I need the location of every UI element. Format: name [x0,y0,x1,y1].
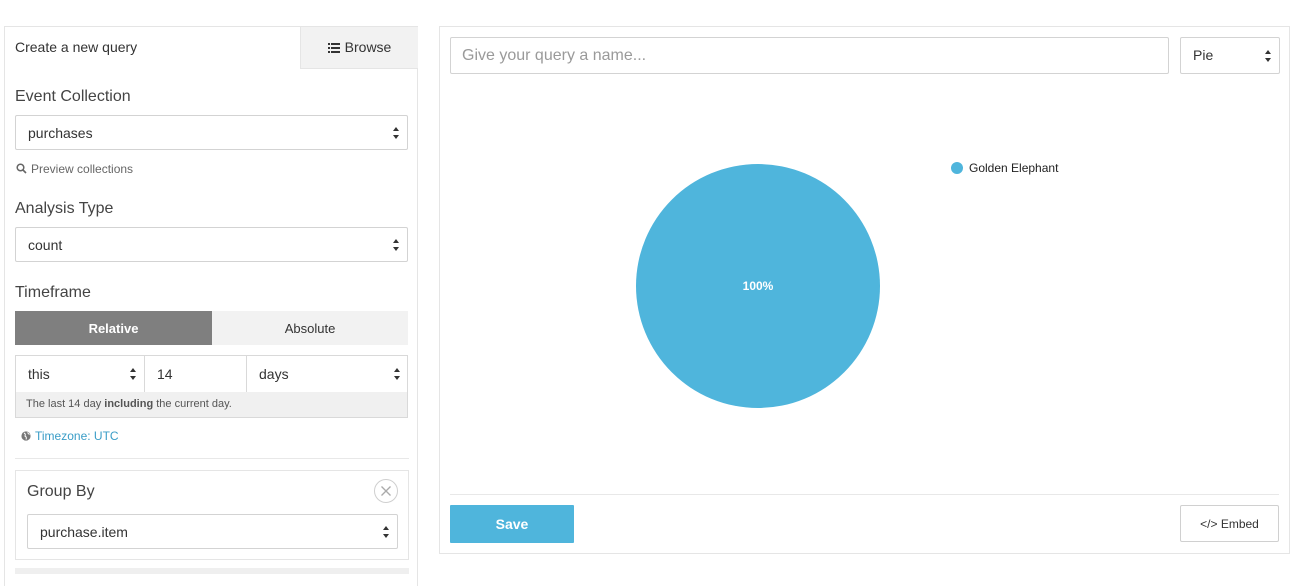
timezone-link[interactable]: Timezone: UTC [21,429,119,443]
remove-group-by-button[interactable] [374,479,398,503]
legend-label: Golden Elephant [969,161,1059,175]
timeframe-this-value: this [28,366,50,382]
event-collection-select[interactable]: purchases [15,115,408,150]
save-button[interactable]: Save [450,505,574,543]
results-divider [450,494,1279,495]
relative-timeframe-inputs: this 14 days The last 14 day including t… [15,355,408,418]
analysis-type-value: count [28,237,63,253]
preview-collections-link[interactable]: Preview collections [16,162,133,176]
chart-type-value: Pie [1193,47,1214,63]
select-arrows-icon [383,526,389,538]
pie-slice-label: 100% [743,279,774,293]
tab-browse-label: Browse [344,39,392,55]
group-by-label: Group By [27,483,95,500]
chart-type-select[interactable]: Pie [1180,37,1280,74]
timeframe-note-suffix: the current day. [156,398,232,410]
relative-toggle-button[interactable]: Relative [15,311,212,345]
event-collection-value: purchases [28,125,93,141]
section-divider [15,458,409,459]
embed-button[interactable]: </> Embed [1180,505,1279,542]
timeframe-label: Timeframe [15,284,91,301]
timeframe-toggle: Relative Absolute [15,311,408,345]
timeframe-amount-input[interactable]: 14 [145,356,247,392]
close-icon [381,486,391,496]
select-arrows-icon [1265,50,1271,62]
absolute-toggle-button[interactable]: Absolute [212,311,408,345]
timeframe-unit-select[interactable]: days [247,356,408,392]
tab-browse[interactable]: Browse [300,27,418,69]
timeframe-note-bold: including [104,398,154,410]
select-arrows-icon [394,368,400,380]
timeframe-note-prefix: The last 14 day [26,398,102,410]
list-icon [327,43,340,53]
analysis-type-label: Analysis Type [15,200,114,217]
select-arrows-icon [393,239,399,251]
timezone-label: Timezone: UTC [35,429,119,443]
chart-legend: Golden Elephant [951,161,1058,181]
timeframe-description: The last 14 day including the current da… [16,392,407,417]
timeframe-unit-value: days [259,366,289,382]
legend-item[interactable]: Golden Elephant [951,161,1058,175]
group-by-value: purchase.item [40,524,128,540]
select-arrows-icon [393,127,399,139]
search-icon [16,163,27,174]
group-by-select[interactable]: purchase.item [27,514,398,549]
query-builder-panel: Create a new query Browse Event Collecti… [4,26,418,586]
tab-create-query[interactable]: Create a new query [5,27,299,69]
tab-bar: Create a new query Browse [5,27,418,69]
query-results-panel: Pie 100% Golden Elephant Save </> Embed [439,26,1290,554]
preview-collections-label: Preview collections [31,162,134,176]
pie-chart: 100% [636,164,880,408]
analysis-type-select[interactable]: count [15,227,408,262]
query-name-input[interactable] [450,37,1169,74]
chart-area: 100% Golden Elephant [450,87,1280,487]
select-arrows-icon [130,368,136,380]
next-section-edge [15,568,409,574]
legend-swatch [951,162,963,174]
group-by-box: Group By purchase.item [15,470,409,560]
timeframe-this-select[interactable]: this [16,356,145,392]
event-collection-label: Event Collection [15,88,131,105]
globe-icon [21,431,31,441]
